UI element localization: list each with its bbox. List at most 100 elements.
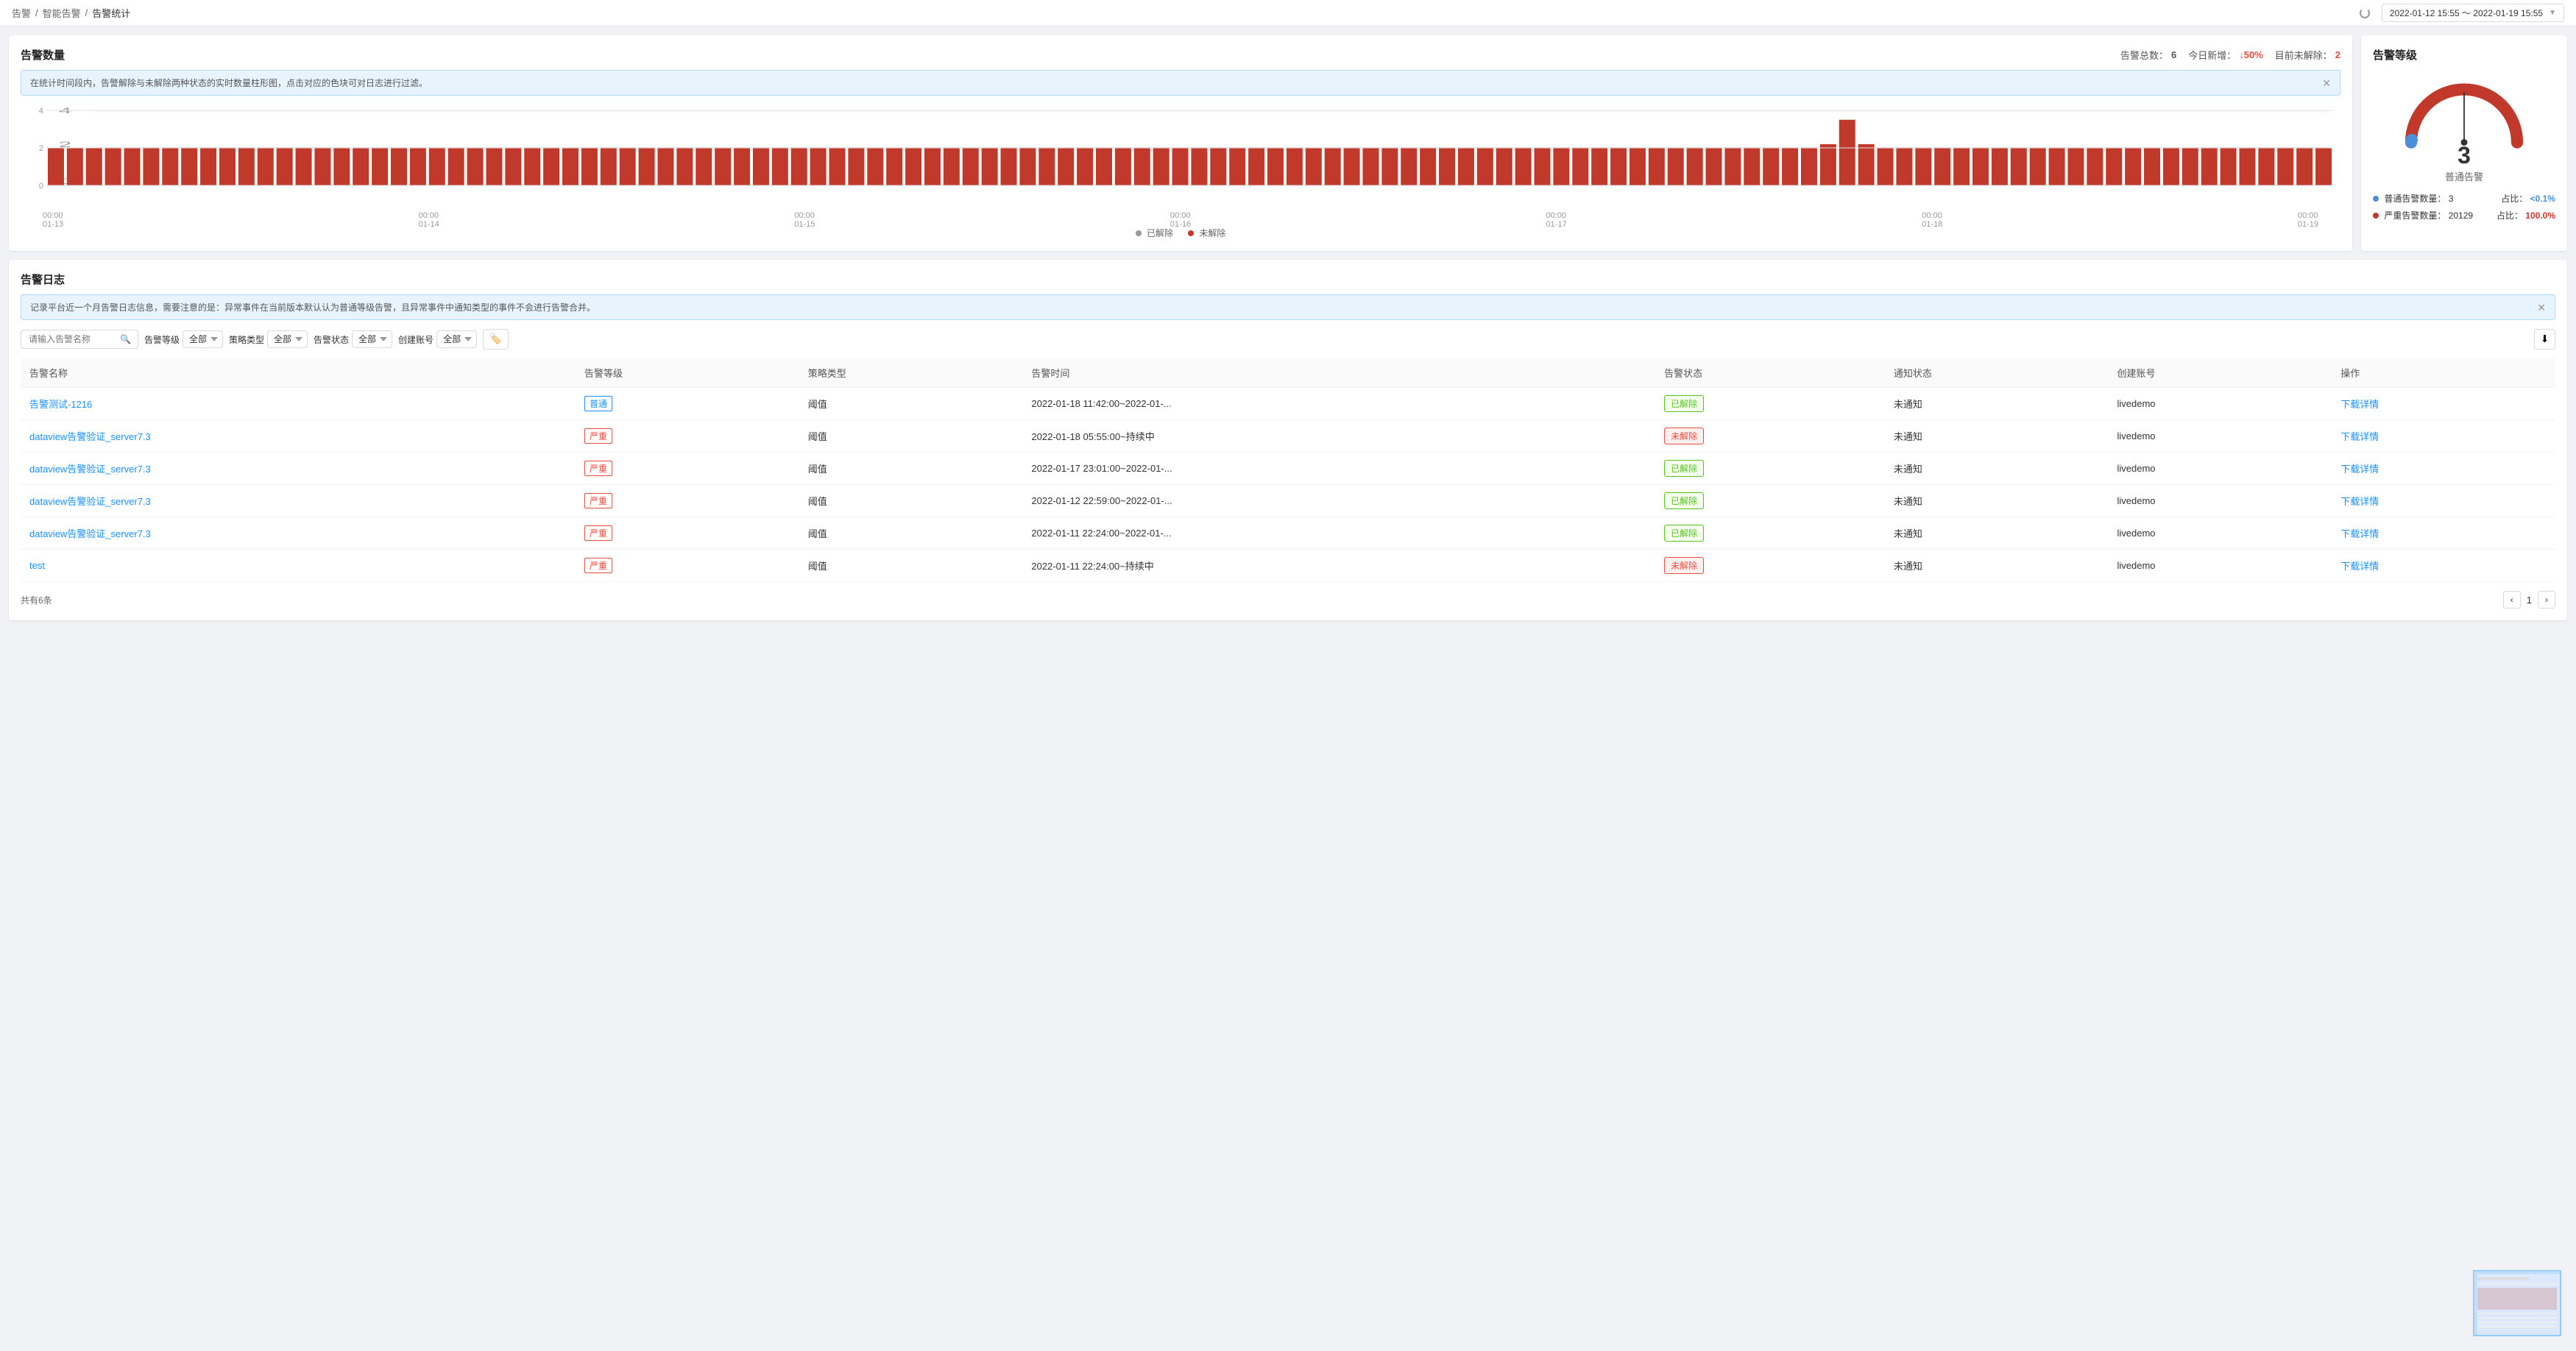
notify-cell: 未通知 xyxy=(1885,453,2109,485)
time-cell: 2022-01-17 23:01:00~2022-01-... xyxy=(1022,453,1655,485)
prev-page-button[interactable]: ‹ xyxy=(2503,591,2521,609)
top-bar: 告警 / 智能告警 / 告警统计 2022-01-12 15:55 ～ 2022… xyxy=(0,0,2576,26)
strategy-cell: 阈值 xyxy=(799,517,1023,550)
level-badge: 严重 xyxy=(584,428,612,444)
normal-percent-value: <0.1% xyxy=(2530,194,2555,204)
level-badge: 普通 xyxy=(584,396,612,411)
date-range-picker[interactable]: 2022-01-12 15:55 ～ 2022-01-19 15:55 ▼ xyxy=(2382,4,2564,22)
notify-cell: 未通知 xyxy=(1885,388,2109,420)
search-input-wrapper[interactable]: 🔍 xyxy=(21,330,138,349)
search-input[interactable] xyxy=(29,334,117,344)
level-badge: 严重 xyxy=(584,493,612,508)
level-filter-label: 告警等级 xyxy=(144,333,180,346)
total-value: 6 xyxy=(2171,49,2176,60)
red-dot xyxy=(2373,213,2379,219)
alert-count-title: 告警数量 xyxy=(21,47,65,63)
breadcrumb-item-1[interactable]: 告警 xyxy=(12,6,31,20)
alert-count-header: 告警数量 告警总数： 6 今日新增： ↓50% 目前未解除： 2 xyxy=(21,47,2340,63)
action-link[interactable]: 下载详情 xyxy=(2340,464,2379,475)
gauge-svg xyxy=(2398,76,2530,149)
alert-name-link[interactable]: dataview告警验证_server7.3 xyxy=(29,431,151,442)
time-cell: 2022-01-12 22:59:00~2022-01-... xyxy=(1022,485,1655,517)
tag-filter-button[interactable]: 🏷️ xyxy=(483,329,509,350)
strategy-cell: 阈值 xyxy=(799,453,1023,485)
alert-name-link[interactable]: 告警测试-1216 xyxy=(29,399,92,410)
alert-log-title: 告警日志 xyxy=(21,272,65,287)
next-page-button[interactable]: › xyxy=(2538,591,2555,609)
serious-count-label: 严重告警数量： xyxy=(2384,210,2446,221)
serious-percent-value: 100.0% xyxy=(2525,210,2555,221)
date-range-value: 2022-01-12 15:55 ～ 2022-01-19 15:55 xyxy=(2390,7,2543,19)
table-footer: 共有6条 ‹ 1 › xyxy=(21,591,2555,609)
new-today-stat: 今日新增： ↓50% xyxy=(2188,48,2263,62)
total-stat: 告警总数： 6 xyxy=(2120,48,2176,62)
alert-log-card: 告警日志 记录平台近一个月告警日志信息，需要注意的是：异常事件在当前版本默认认为… xyxy=(9,260,2567,620)
top-section: 告警数量 告警总数： 6 今日新增： ↓50% 目前未解除： 2 xyxy=(9,35,2567,251)
breadcrumb-item-2[interactable]: 智能告警 xyxy=(43,6,81,20)
total-count: 共有6条 xyxy=(21,594,52,606)
action-link[interactable]: 下载详情 xyxy=(2340,528,2379,539)
col-strategy: 策略类型 xyxy=(799,358,1023,388)
serious-percent-label: 占比： xyxy=(2497,210,2523,221)
account-cell: livedemo xyxy=(2109,517,2332,550)
close-banner-button[interactable]: ✕ xyxy=(2322,78,2331,88)
col-time: 告警时间 xyxy=(1022,358,1655,388)
table-row: test 严重 阈值 2022-01-11 22:24:00~持续中 未解除 未… xyxy=(21,550,2555,582)
alert-name-link[interactable]: dataview告警验证_server7.3 xyxy=(29,528,151,539)
resolved-dot xyxy=(1136,230,1142,236)
gauge-label: 普通告警 xyxy=(2445,169,2483,183)
alert-level-header: 告警等级 xyxy=(2373,47,2555,63)
account-cell: livedemo xyxy=(2109,453,2332,485)
alert-name-link[interactable]: test xyxy=(29,560,45,571)
status-badge: 未解除 xyxy=(1664,557,1704,574)
alert-level-title: 告警等级 xyxy=(2373,47,2417,63)
main-content: 告警数量 告警总数： 6 今日新增： ↓50% 目前未解除： 2 xyxy=(0,26,2576,629)
notify-cell: 未通知 xyxy=(1885,517,2109,550)
alert-name-link[interactable]: dataview告警验证_server7.3 xyxy=(29,496,151,507)
alert-log-info-text: 记录平台近一个月告警日志信息，需要注意的是：异常事件在当前版本默认认为普通等级告… xyxy=(30,301,595,313)
table-body: 告警测试-1216 普通 阈值 2022-01-18 11:42:00~2022… xyxy=(21,388,2555,582)
alert-name-link[interactable]: dataview告警验证_server7.3 xyxy=(29,464,151,475)
table-row: dataview告警验证_server7.3 严重 阈值 2022-01-18 … xyxy=(21,420,2555,453)
account-cell: livedemo xyxy=(2109,420,2332,453)
alert-count-info-banner: 在统计时间段内，告警解除与未解除两种状态的实时数量柱形图，点击对应的色块可对日志… xyxy=(21,70,2340,96)
pagination: ‹ 1 › xyxy=(2503,591,2555,609)
info-text: 在统计时间段内，告警解除与未解除两种状态的实时数量柱形图，点击对应的色块可对日志… xyxy=(30,77,428,89)
status-filter-select[interactable]: 全部 xyxy=(352,330,392,348)
serious-count-value: 20129 xyxy=(2449,210,2473,221)
table-row: 告警测试-1216 普通 阈值 2022-01-18 11:42:00~2022… xyxy=(21,388,2555,420)
level-badge: 严重 xyxy=(584,461,612,476)
account-filter-select[interactable]: 全部 xyxy=(436,330,477,348)
notify-cell: 未通知 xyxy=(1885,550,2109,582)
status-filter-label: 告警状态 xyxy=(314,333,349,346)
action-link[interactable]: 下载详情 xyxy=(2340,496,2379,507)
time-cell: 2022-01-11 22:24:00~持续中 xyxy=(1022,550,1655,582)
filter-row: 🔍 告警等级 全部 策略类型 全部 告警状态 全部 创 xyxy=(21,329,2555,350)
account-filter-label: 创建账号 xyxy=(398,333,434,346)
status-badge: 已解除 xyxy=(1664,460,1704,477)
close-log-banner-button[interactable]: ✕ xyxy=(2537,302,2546,313)
new-today-value: ↓50% xyxy=(2239,49,2263,60)
notify-cell: 未通知 xyxy=(1885,420,2109,453)
account-cell: livedemo xyxy=(2109,388,2332,420)
strategy-filter-label: 策略类型 xyxy=(229,333,264,346)
strategy-filter-select[interactable]: 全部 xyxy=(267,330,308,348)
status-badge: 已解除 xyxy=(1664,492,1704,509)
bar-chart-canvas xyxy=(21,104,2340,200)
new-today-label: 今日新增： xyxy=(2188,48,2236,62)
action-link[interactable]: 下载详情 xyxy=(2340,399,2379,410)
gauge-stats: 普通告警数量： 3 占比： <0.1% 严重告警数量： 20129 xyxy=(2373,192,2555,226)
download-button[interactable]: ⬇ xyxy=(2534,329,2555,350)
time-cell: 2022-01-11 22:24:00~2022-01-... xyxy=(1022,517,1655,550)
refresh-icon[interactable] xyxy=(2360,8,2370,18)
action-link[interactable]: 下载详情 xyxy=(2340,431,2379,442)
col-level: 告警等级 xyxy=(576,358,799,388)
x-axis-labels: 00:0001-13 00:0001-14 00:0001-15 00:0001… xyxy=(21,211,2340,229)
time-cell: 2022-01-18 11:42:00~2022-01-... xyxy=(1022,388,1655,420)
strategy-filter-group: 策略类型 全部 xyxy=(229,330,308,348)
strategy-cell: 阈值 xyxy=(799,550,1023,582)
bar-chart-area: 4 2 0 00:0001-13 00:0001-14 00:0001-15 xyxy=(21,104,2340,222)
action-link[interactable]: 下载详情 xyxy=(2340,561,2379,572)
level-filter-select[interactable]: 全部 xyxy=(183,330,223,348)
alert-log-table: 告警名称 告警等级 策略类型 告警时间 告警状态 通知状态 创建账号 操作 告警… xyxy=(21,358,2555,582)
